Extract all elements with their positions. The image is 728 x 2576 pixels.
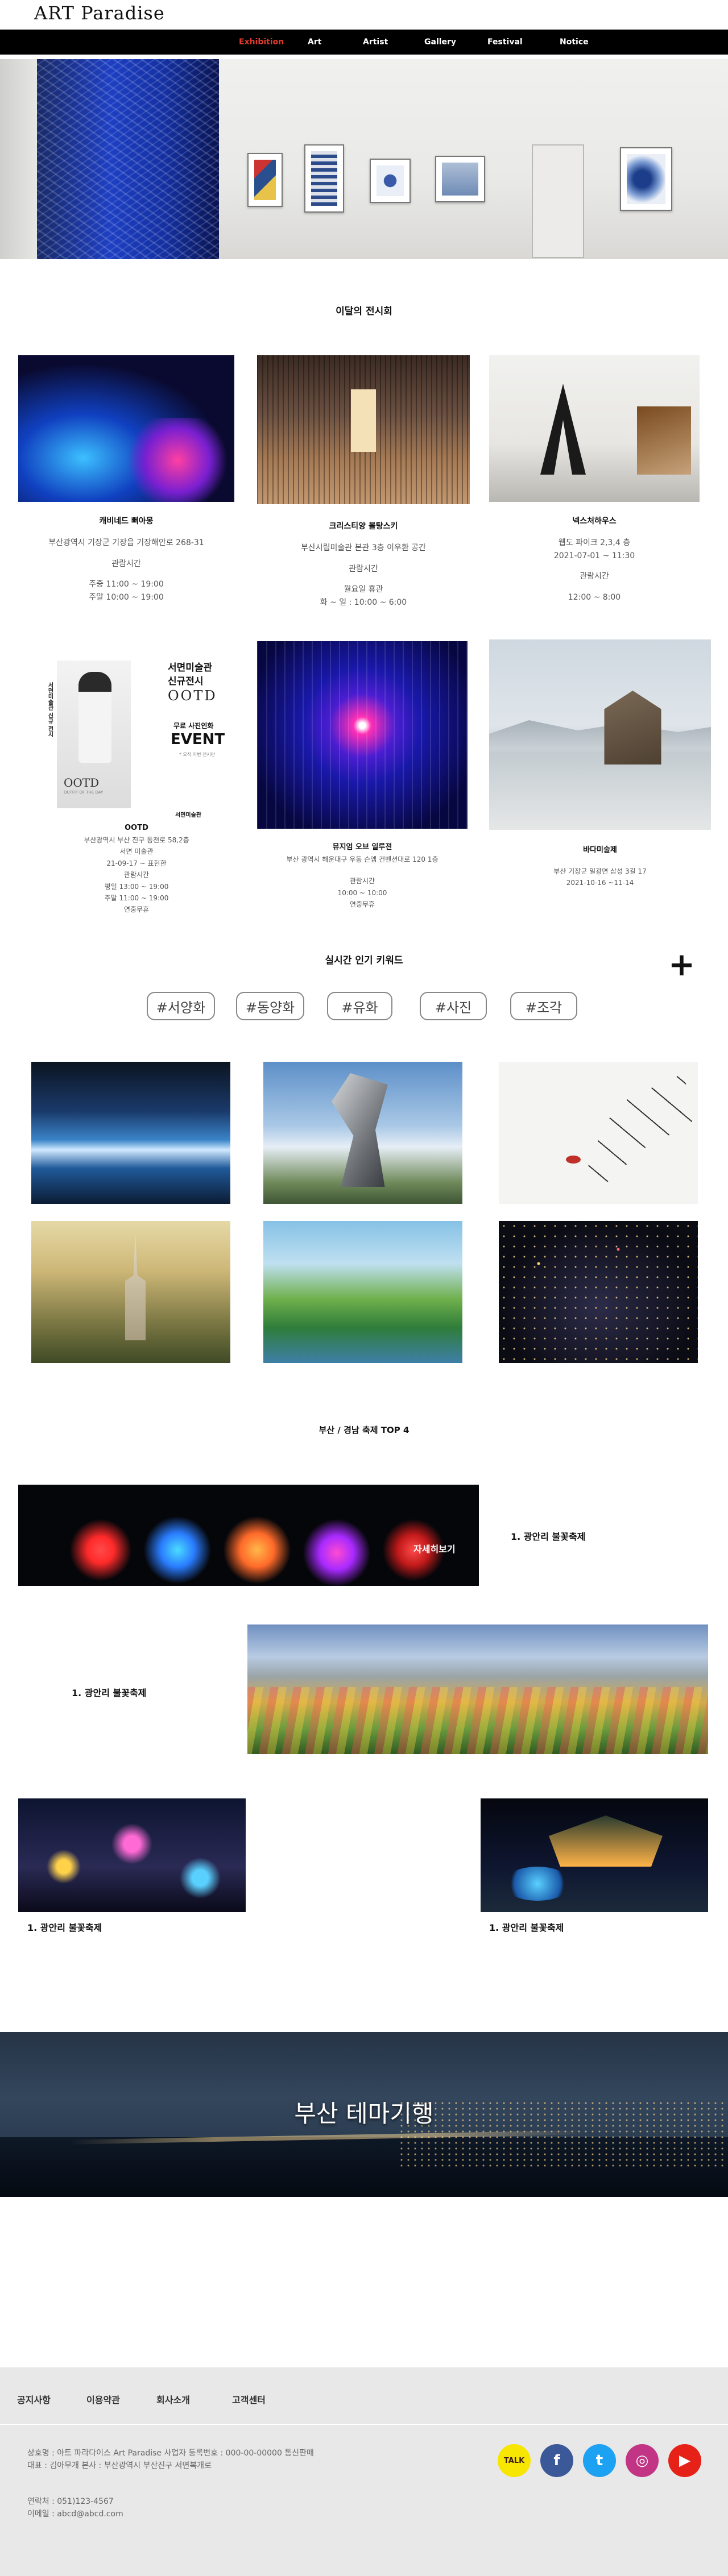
exhibition-name: 캐비네드 뻐아몽 xyxy=(99,517,154,526)
company-address: 대표 : 김아무개 본사 : 부산광역시 부산진구 서면복개로 xyxy=(27,2461,212,2470)
footer-link-support[interactable]: 고객센터 xyxy=(232,2392,266,2406)
gallery-image-1[interactable] xyxy=(31,1062,230,1204)
hero-image xyxy=(0,59,728,259)
exhibition-card-5: 뮤지엄 오브 일루젼 부산 광역시 해운대구 우동 슨엠 컨벤션대로 120 1… xyxy=(257,841,468,911)
festival-image-1[interactable]: 자세히보기 xyxy=(18,1485,479,1586)
nav-exhibition[interactable]: Exhibition xyxy=(239,38,284,47)
gallery-image-2[interactable] xyxy=(263,1062,462,1204)
main-nav: Exhibition Art Artist Gallery Festival N… xyxy=(0,30,728,55)
nav-festival[interactable]: Festival xyxy=(487,38,523,47)
site-logo[interactable]: ART Paradise xyxy=(34,2,165,24)
exhibition-image-2[interactable] xyxy=(257,355,470,504)
festival-image-4[interactable] xyxy=(481,1798,708,1912)
exhibition-card-1: 캐비네드 뻐아몽 부산광역시 기장군 기장읍 기장해안로 268-31 관람시간… xyxy=(18,515,234,604)
company-info: 상호명 : 아트 파라다이스 Art Paradise 사업자 등록번호 : 0… xyxy=(27,2449,314,2458)
festival-label-2: 1. 광안리 불꽃축제 xyxy=(72,1688,147,1698)
gallery-image-4[interactable] xyxy=(31,1221,230,1363)
gallery-image-6[interactable] xyxy=(499,1221,698,1363)
detail-link[interactable]: 자세히보기 xyxy=(413,1542,456,1555)
footer: 공지사항 이용약관 회사소개 고객센터 상호명 : 아트 파라다이스 Art P… xyxy=(0,2367,728,2576)
exhibition-card-4: OOTD 부산광역시 부산 진구 동천로 58,2층 서면 미술관 21-09-… xyxy=(34,822,239,916)
busan-theme-banner[interactable]: 부산 테마기행 xyxy=(0,2032,728,2197)
footer-divider xyxy=(0,2424,728,2425)
nav-notice[interactable]: Notice xyxy=(560,38,589,47)
footer-link-notice[interactable]: 공지사항 xyxy=(17,2392,51,2406)
keyword-chip[interactable]: #서양화 xyxy=(147,992,215,1020)
festival-image-3[interactable] xyxy=(18,1798,246,1912)
festival-label-4: 1. 광안리 불꽃축제 xyxy=(489,1922,564,1933)
instagram-icon[interactable]: ◎ xyxy=(626,2444,659,2477)
company-email: 이메일 : abcd@abcd.com xyxy=(27,2509,123,2519)
facebook-icon[interactable]: f xyxy=(540,2444,573,2477)
exhibition-name: 크리스티앙 볼탕스키 xyxy=(329,522,398,531)
nav-art[interactable]: Art xyxy=(308,38,321,47)
exhibition-card-3: 넥스처하우스 웹도 파이크 2,3,4 층 2021-07-01 ~ 11:30… xyxy=(489,515,700,604)
festival-image-2[interactable] xyxy=(247,1624,708,1754)
banner-title: 부산 테마기행 xyxy=(294,2100,434,2128)
ootd-poster[interactable]: 서면미술관 신규 전시 OOTD OUTFIT OF THE DAY 서면미술관… xyxy=(34,648,228,830)
nav-gallery[interactable]: Gallery xyxy=(424,38,456,47)
exhibition-name: OOTD xyxy=(125,824,148,832)
exhibition-name: 넥스처하우스 xyxy=(572,517,617,526)
exhibition-image-5[interactable] xyxy=(257,641,468,829)
exhibition-section-title: 이달의 전시회 xyxy=(336,306,392,317)
youtube-icon[interactable]: ▶ xyxy=(668,2444,701,2477)
gallery-image-5[interactable] xyxy=(263,1221,462,1363)
exhibition-name: 뮤지엄 오브 일루젼 xyxy=(332,843,392,851)
plus-icon[interactable]: + xyxy=(668,949,695,981)
festival-label-3: 1. 광안리 불꽃축제 xyxy=(27,1922,102,1933)
exhibition-card-2: 크리스티앙 볼탕스키 부산시립미술관 본관 3층 이우환 공간 관람시간 월요일… xyxy=(257,520,470,609)
exhibition-name: 바다미술제 xyxy=(583,846,617,854)
exhibition-image-1[interactable] xyxy=(18,355,234,502)
keyword-chip[interactable]: #사진 xyxy=(420,992,487,1020)
twitter-icon[interactable]: t xyxy=(583,2444,616,2477)
festival-label-1: 1. 광안리 불꽃축제 xyxy=(511,1531,586,1542)
keyword-chip[interactable]: #조각 xyxy=(510,992,577,1020)
company-phone: 연락처 : 051)123-4567 xyxy=(27,2497,114,2506)
keyword-chip[interactable]: #동양화 xyxy=(236,992,304,1020)
exhibition-image-3[interactable] xyxy=(489,355,700,502)
kakao-icon[interactable]: TALK xyxy=(498,2444,531,2477)
festival-section-title: 부산 / 경남 축제 TOP 4 xyxy=(318,1425,410,1435)
footer-link-terms[interactable]: 이용약관 xyxy=(86,2392,120,2406)
footer-link-about[interactable]: 회사소개 xyxy=(156,2392,190,2406)
nav-artist[interactable]: Artist xyxy=(363,38,388,47)
gallery-image-3[interactable] xyxy=(499,1062,698,1204)
exhibition-image-6[interactable] xyxy=(489,639,711,830)
keyword-section-title: 실시간 인기 키워드 xyxy=(325,955,403,966)
exhibition-card-6: 바다미술제 부산 기장군 일광면 삼성 3길 17 2021-10-16 ~11… xyxy=(489,844,711,889)
keyword-chip[interactable]: #유화 xyxy=(327,992,392,1020)
